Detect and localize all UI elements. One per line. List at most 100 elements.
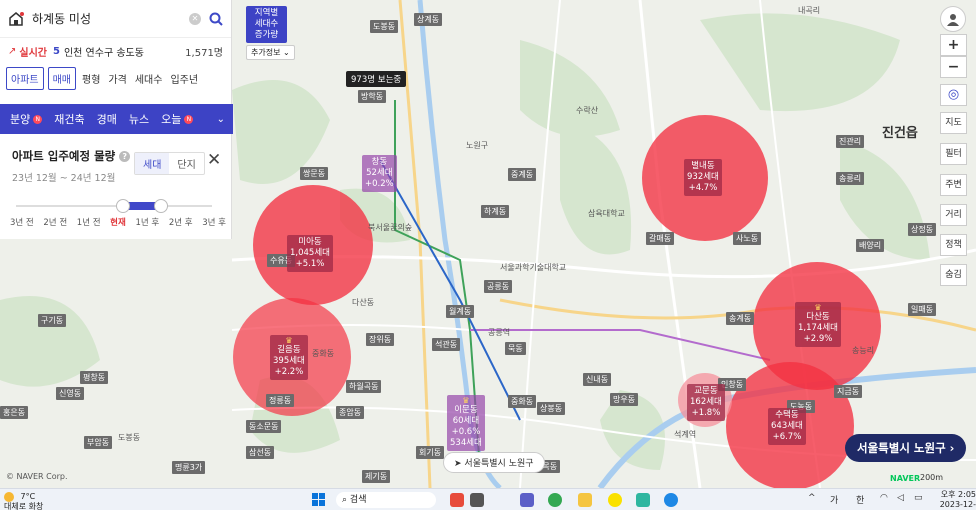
dong-label[interactable]: 신영동 (56, 387, 85, 400)
file-explorer-icon[interactable] (470, 493, 484, 507)
tab-auction[interactable]: 경매 (91, 111, 123, 127)
speaker-icon[interactable]: ◁ (897, 493, 904, 503)
weather-widget[interactable]: 7°C 대체로 화창 (4, 492, 94, 510)
slider-handle-start[interactable] (116, 199, 130, 213)
folder-icon[interactable] (578, 493, 592, 507)
clear-icon[interactable]: ✕ (189, 12, 201, 25)
tab-today[interactable]: 오늘 N (155, 111, 199, 127)
clock[interactable]: 오후 2:05 2023-12-26 (932, 490, 976, 510)
current-location-chip[interactable]: ➤ 서울특별시 노원구 (443, 452, 545, 473)
dong-label[interactable]: 구기동 (38, 314, 67, 327)
dong-label[interactable]: 배양리 (856, 239, 885, 252)
add-info-button[interactable]: 추가정보 ⌄ (246, 45, 295, 60)
ime-mode[interactable]: 한 (856, 493, 864, 506)
app-icon[interactable] (450, 493, 464, 507)
filter-price[interactable]: 가격 (106, 71, 128, 86)
filter-apartment[interactable]: 아파트 (6, 66, 44, 90)
dong-label[interactable]: 쌍문동 (300, 167, 329, 180)
slider-handle-end[interactable] (154, 199, 168, 213)
filter-size[interactable]: 평형 (80, 71, 102, 86)
dong-label[interactable]: 중계동 (508, 168, 537, 181)
windows-start-icon[interactable] (312, 493, 326, 507)
toggle-complexes[interactable]: 단지 (169, 153, 203, 174)
marker-miadong[interactable]: 미아동 1,045세대 +5.1% (287, 235, 333, 272)
marker-changdong[interactable]: 창동 52세대 +0.2% (362, 155, 397, 192)
home-icon[interactable] (8, 11, 24, 27)
region-supply-toggle[interactable]: 지역별 세대수 증가량 (246, 6, 287, 43)
dong-label[interactable]: 상정동 (908, 223, 937, 236)
dong-label[interactable]: 일패동 (908, 303, 937, 316)
dong-label[interactable]: 갈매동 (646, 232, 675, 245)
chevron-down-icon[interactable]: ⌄ (217, 114, 225, 125)
tab-reconstruction[interactable]: 재건축 (48, 111, 90, 127)
filter-sale[interactable]: 매매 (47, 66, 77, 90)
zoom-out-button[interactable]: − (940, 56, 967, 78)
dong-label[interactable]: 석관동 (432, 338, 461, 351)
map-type-button[interactable]: 지도 (940, 112, 967, 134)
marker-dasandong[interactable]: ♛ 다산동 1,174세대 +2.9% (795, 302, 841, 347)
user-icon[interactable] (940, 6, 966, 32)
taskbar-search[interactable]: ⌕ 검색 (336, 492, 436, 508)
dong-label[interactable]: 송계동 (726, 312, 755, 325)
dong-label[interactable]: 평창동 (80, 371, 109, 384)
help-icon[interactable]: ? (119, 150, 131, 162)
toggle-households[interactable]: 세대 (135, 153, 170, 174)
dong-label[interactable]: 중화동 (508, 395, 537, 408)
app-icon[interactable] (636, 493, 650, 507)
filter-button[interactable]: 필터 (940, 143, 967, 165)
marker-imundong[interactable]: ♛ 이문동 60세대 +0.6% 534세대 (447, 395, 485, 451)
current-location-button[interactable]: ◎ (940, 84, 967, 106)
dong-label[interactable]: 부암동 (84, 436, 113, 449)
dong-label[interactable]: 지금동 (834, 385, 863, 398)
chrome-icon[interactable] (548, 493, 562, 507)
search-bar[interactable]: 하계동 미성 ✕ (0, 0, 231, 38)
filter-year[interactable]: 입주년 (168, 71, 200, 86)
marker-sutaekdong[interactable]: 수택동 643세대 +6.7% (768, 408, 806, 445)
region-detail-button[interactable]: 서울특별시 노원구 › (845, 434, 967, 462)
realtime-ranking[interactable]: ↗ 실시간 5 인천 연수구 송도동 1,571명 (0, 38, 231, 64)
search-input[interactable]: 하계동 미성 (32, 10, 189, 27)
dong-label[interactable]: 망우동 (610, 393, 639, 406)
dong-label[interactable]: 장위동 (366, 333, 395, 346)
dong-label[interactable]: 동소문동 (246, 420, 282, 433)
kakao-icon[interactable] (608, 493, 622, 507)
dong-label[interactable]: 상봉동 (537, 402, 566, 415)
dong-label[interactable]: 사노동 (733, 232, 762, 245)
dong-label[interactable]: 삼선동 (246, 446, 275, 459)
dong-label[interactable]: 공릉동 (484, 280, 513, 293)
dong-label[interactable]: 하계동 (481, 205, 510, 218)
dong-label[interactable]: 홍은동 (0, 406, 29, 419)
search-icon[interactable] (209, 12, 223, 26)
edge-icon[interactable] (664, 493, 678, 507)
tab-news[interactable]: 뉴스 (123, 111, 155, 127)
policy-button[interactable]: 정책 (940, 234, 967, 256)
input-lang[interactable]: 가 (830, 493, 838, 506)
nearby-button[interactable]: 주변 (940, 174, 967, 196)
distance-button[interactable]: 거리 (940, 204, 967, 226)
zoom-in-button[interactable]: + (940, 34, 967, 56)
tick-label[interactable]: 2년 전 (43, 216, 67, 228)
dong-label[interactable]: 하월곡동 (346, 380, 382, 393)
tick-label[interactable]: 1년 전 (77, 216, 101, 228)
tab-presale[interactable]: 분양 N (4, 111, 48, 127)
marker-gileumdong[interactable]: ♛ 길음동 395세대 +2.2% (270, 335, 308, 380)
dong-label[interactable]: 진관리 (836, 135, 865, 148)
marker-gyomundong[interactable]: 교문동 162세대 +1.8% (687, 384, 725, 421)
filter-households[interactable]: 세대수 (133, 71, 165, 86)
dong-label[interactable]: 종암동 (336, 406, 365, 419)
tick-label-current[interactable]: 현재 (110, 216, 126, 228)
dong-label[interactable]: 방학동 (358, 90, 387, 103)
dong-label[interactable]: 명륜3가 (172, 461, 206, 474)
dong-label[interactable]: 상계동 (414, 13, 443, 26)
tick-label[interactable]: 2년 후 (169, 216, 193, 228)
chat-icon[interactable] (520, 493, 534, 507)
dong-label[interactable]: 정릉동 (266, 394, 295, 407)
wifi-icon[interactable]: ◠ (880, 493, 888, 503)
dong-label[interactable]: 송릉리 (836, 172, 865, 185)
tick-label[interactable]: 3년 전 (10, 216, 34, 228)
dong-label[interactable]: 월계동 (446, 305, 475, 318)
tick-label[interactable]: 3년 후 (202, 216, 226, 228)
dong-label[interactable]: 묵동 (505, 342, 526, 355)
tick-label[interactable]: 1년 후 (135, 216, 159, 228)
dong-label[interactable]: 도봉동 (370, 20, 399, 33)
